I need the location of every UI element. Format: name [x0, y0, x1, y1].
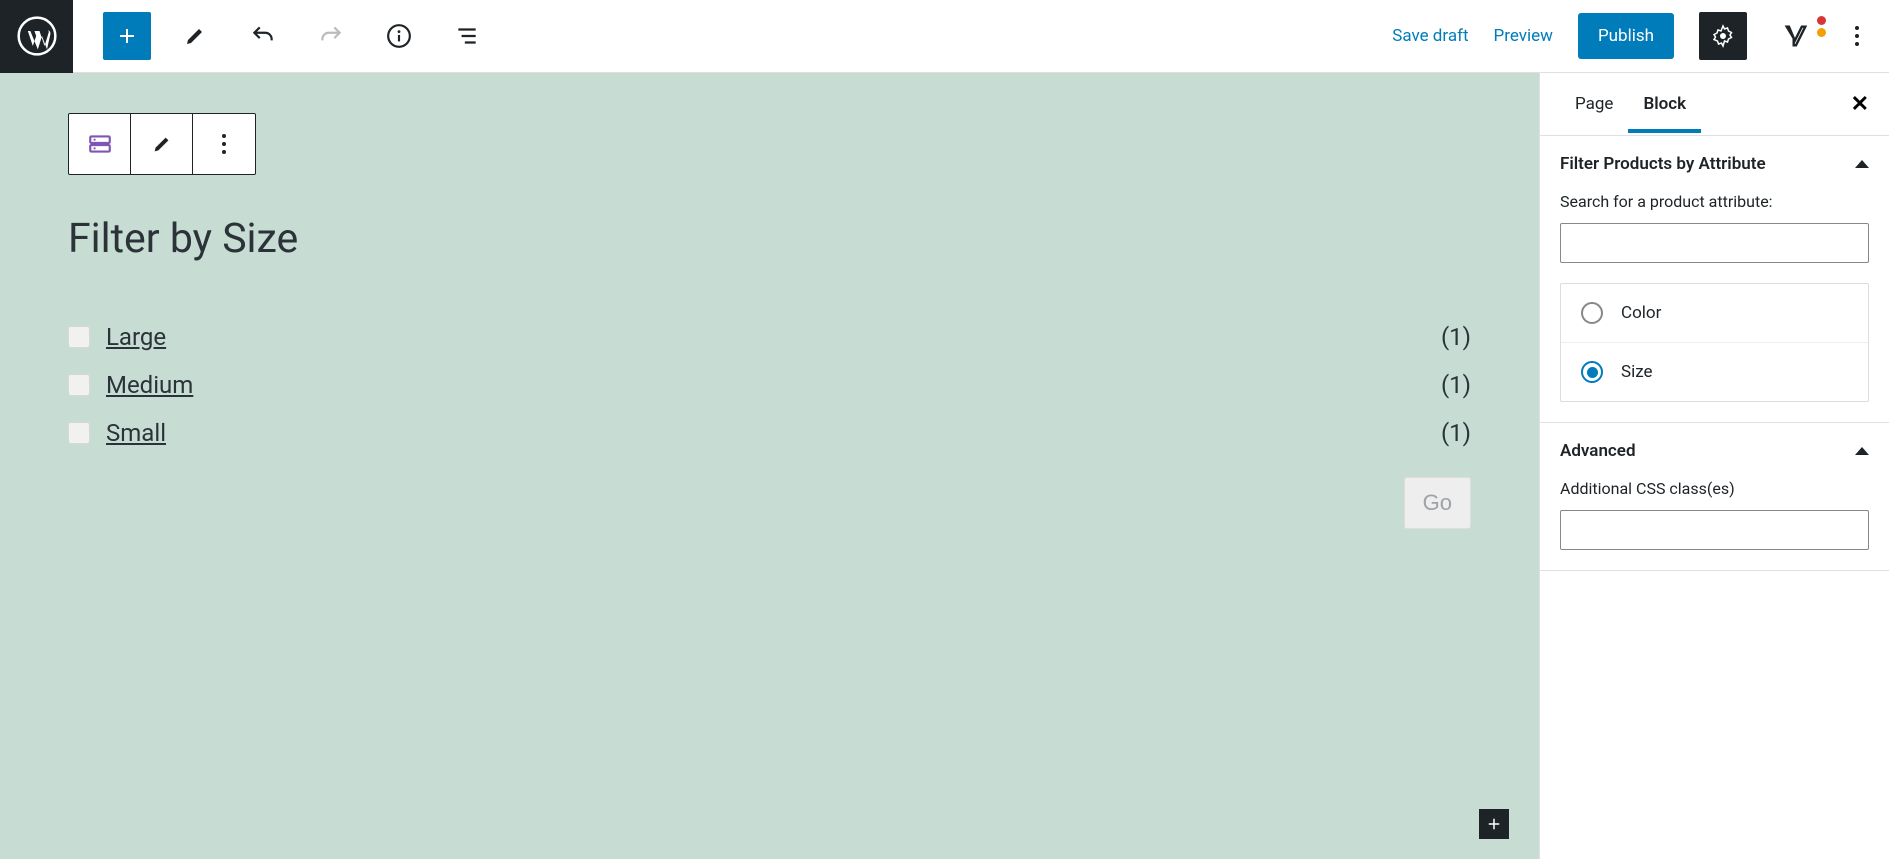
editor-canvas: Filter by Size Large (1) Medium (1) Smal…	[0, 73, 1539, 859]
filter-label[interactable]: Large	[106, 323, 166, 351]
attribute-list: Color Size	[1560, 283, 1869, 402]
editor-topbar: Save draft Preview Publish	[0, 0, 1889, 73]
attribute-label: Color	[1621, 303, 1661, 323]
css-class-input[interactable]	[1560, 510, 1869, 550]
undo-button[interactable]	[239, 12, 287, 60]
tab-block[interactable]: Block	[1628, 75, 1701, 133]
yoast-icon[interactable]	[1772, 12, 1820, 60]
add-block-fab[interactable]	[1479, 809, 1509, 839]
save-draft-button[interactable]: Save draft	[1392, 26, 1468, 46]
wordpress-logo[interactable]	[0, 0, 73, 73]
topbar-right-tools: Save draft Preview Publish	[1392, 12, 1889, 60]
attribute-label: Size	[1621, 362, 1653, 382]
panel-title: Advanced	[1560, 441, 1636, 461]
checkbox[interactable]	[68, 374, 90, 396]
filter-label[interactable]: Medium	[106, 371, 193, 399]
settings-sidebar: Page Block ✕ Filter Products by Attribut…	[1539, 73, 1889, 859]
preview-button[interactable]: Preview	[1494, 26, 1553, 46]
edit-icon[interactable]	[171, 12, 219, 60]
panel-body: Search for a product attribute: Color Si…	[1540, 192, 1889, 422]
filter-item: Large (1)	[68, 313, 1471, 361]
block-edit-button[interactable]	[131, 114, 193, 174]
css-label: Additional CSS class(es)	[1560, 479, 1869, 498]
settings-button[interactable]	[1699, 12, 1747, 60]
filter-item: Medium (1)	[68, 361, 1471, 409]
attribute-option-size[interactable]: Size	[1561, 343, 1868, 401]
attribute-search-input[interactable]	[1560, 223, 1869, 263]
outline-icon[interactable]	[443, 12, 491, 60]
filter-count: (1)	[1441, 323, 1471, 351]
checkbox[interactable]	[68, 422, 90, 444]
topbar-left-tools	[73, 12, 491, 60]
filter-label[interactable]: Small	[106, 419, 166, 447]
filter-item: Small (1)	[68, 409, 1471, 457]
filter-count: (1)	[1441, 371, 1471, 399]
block-more-button[interactable]	[193, 114, 255, 174]
radio-icon	[1581, 302, 1603, 324]
panel-title: Filter Products by Attribute	[1560, 154, 1766, 174]
publish-button[interactable]: Publish	[1578, 13, 1674, 59]
panel-filter-products: Filter Products by Attribute Search for …	[1540, 136, 1889, 423]
block-type-icon[interactable]	[69, 114, 131, 174]
add-block-button[interactable]	[103, 12, 151, 60]
checkbox[interactable]	[68, 326, 90, 348]
redo-button[interactable]	[307, 12, 355, 60]
radio-icon	[1581, 361, 1603, 383]
panel-header[interactable]: Filter Products by Attribute	[1540, 136, 1889, 192]
attribute-option-color[interactable]: Color	[1561, 284, 1868, 343]
canvas-scroll[interactable]: Filter by Size Large (1) Medium (1) Smal…	[0, 73, 1539, 859]
sidebar-tabs: Page Block ✕	[1540, 73, 1889, 136]
close-sidebar-button[interactable]: ✕	[1851, 92, 1869, 117]
block-title: Filter by Size	[68, 215, 1471, 263]
editor-main: Filter by Size Large (1) Medium (1) Smal…	[0, 73, 1889, 859]
more-options-button[interactable]	[1845, 16, 1869, 56]
panel-body: Additional CSS class(es)	[1540, 479, 1889, 570]
chevron-up-icon	[1855, 447, 1869, 455]
panel-header[interactable]: Advanced	[1540, 423, 1889, 479]
block-toolbar	[68, 113, 256, 175]
go-button[interactable]: Go	[1404, 477, 1471, 529]
tab-page[interactable]: Page	[1560, 75, 1628, 133]
info-icon[interactable]	[375, 12, 423, 60]
filter-list: Large (1) Medium (1) Small (1)	[68, 313, 1471, 457]
filter-count: (1)	[1441, 419, 1471, 447]
search-label: Search for a product attribute:	[1560, 192, 1869, 211]
chevron-up-icon	[1855, 160, 1869, 168]
panel-advanced: Advanced Additional CSS class(es)	[1540, 423, 1889, 571]
